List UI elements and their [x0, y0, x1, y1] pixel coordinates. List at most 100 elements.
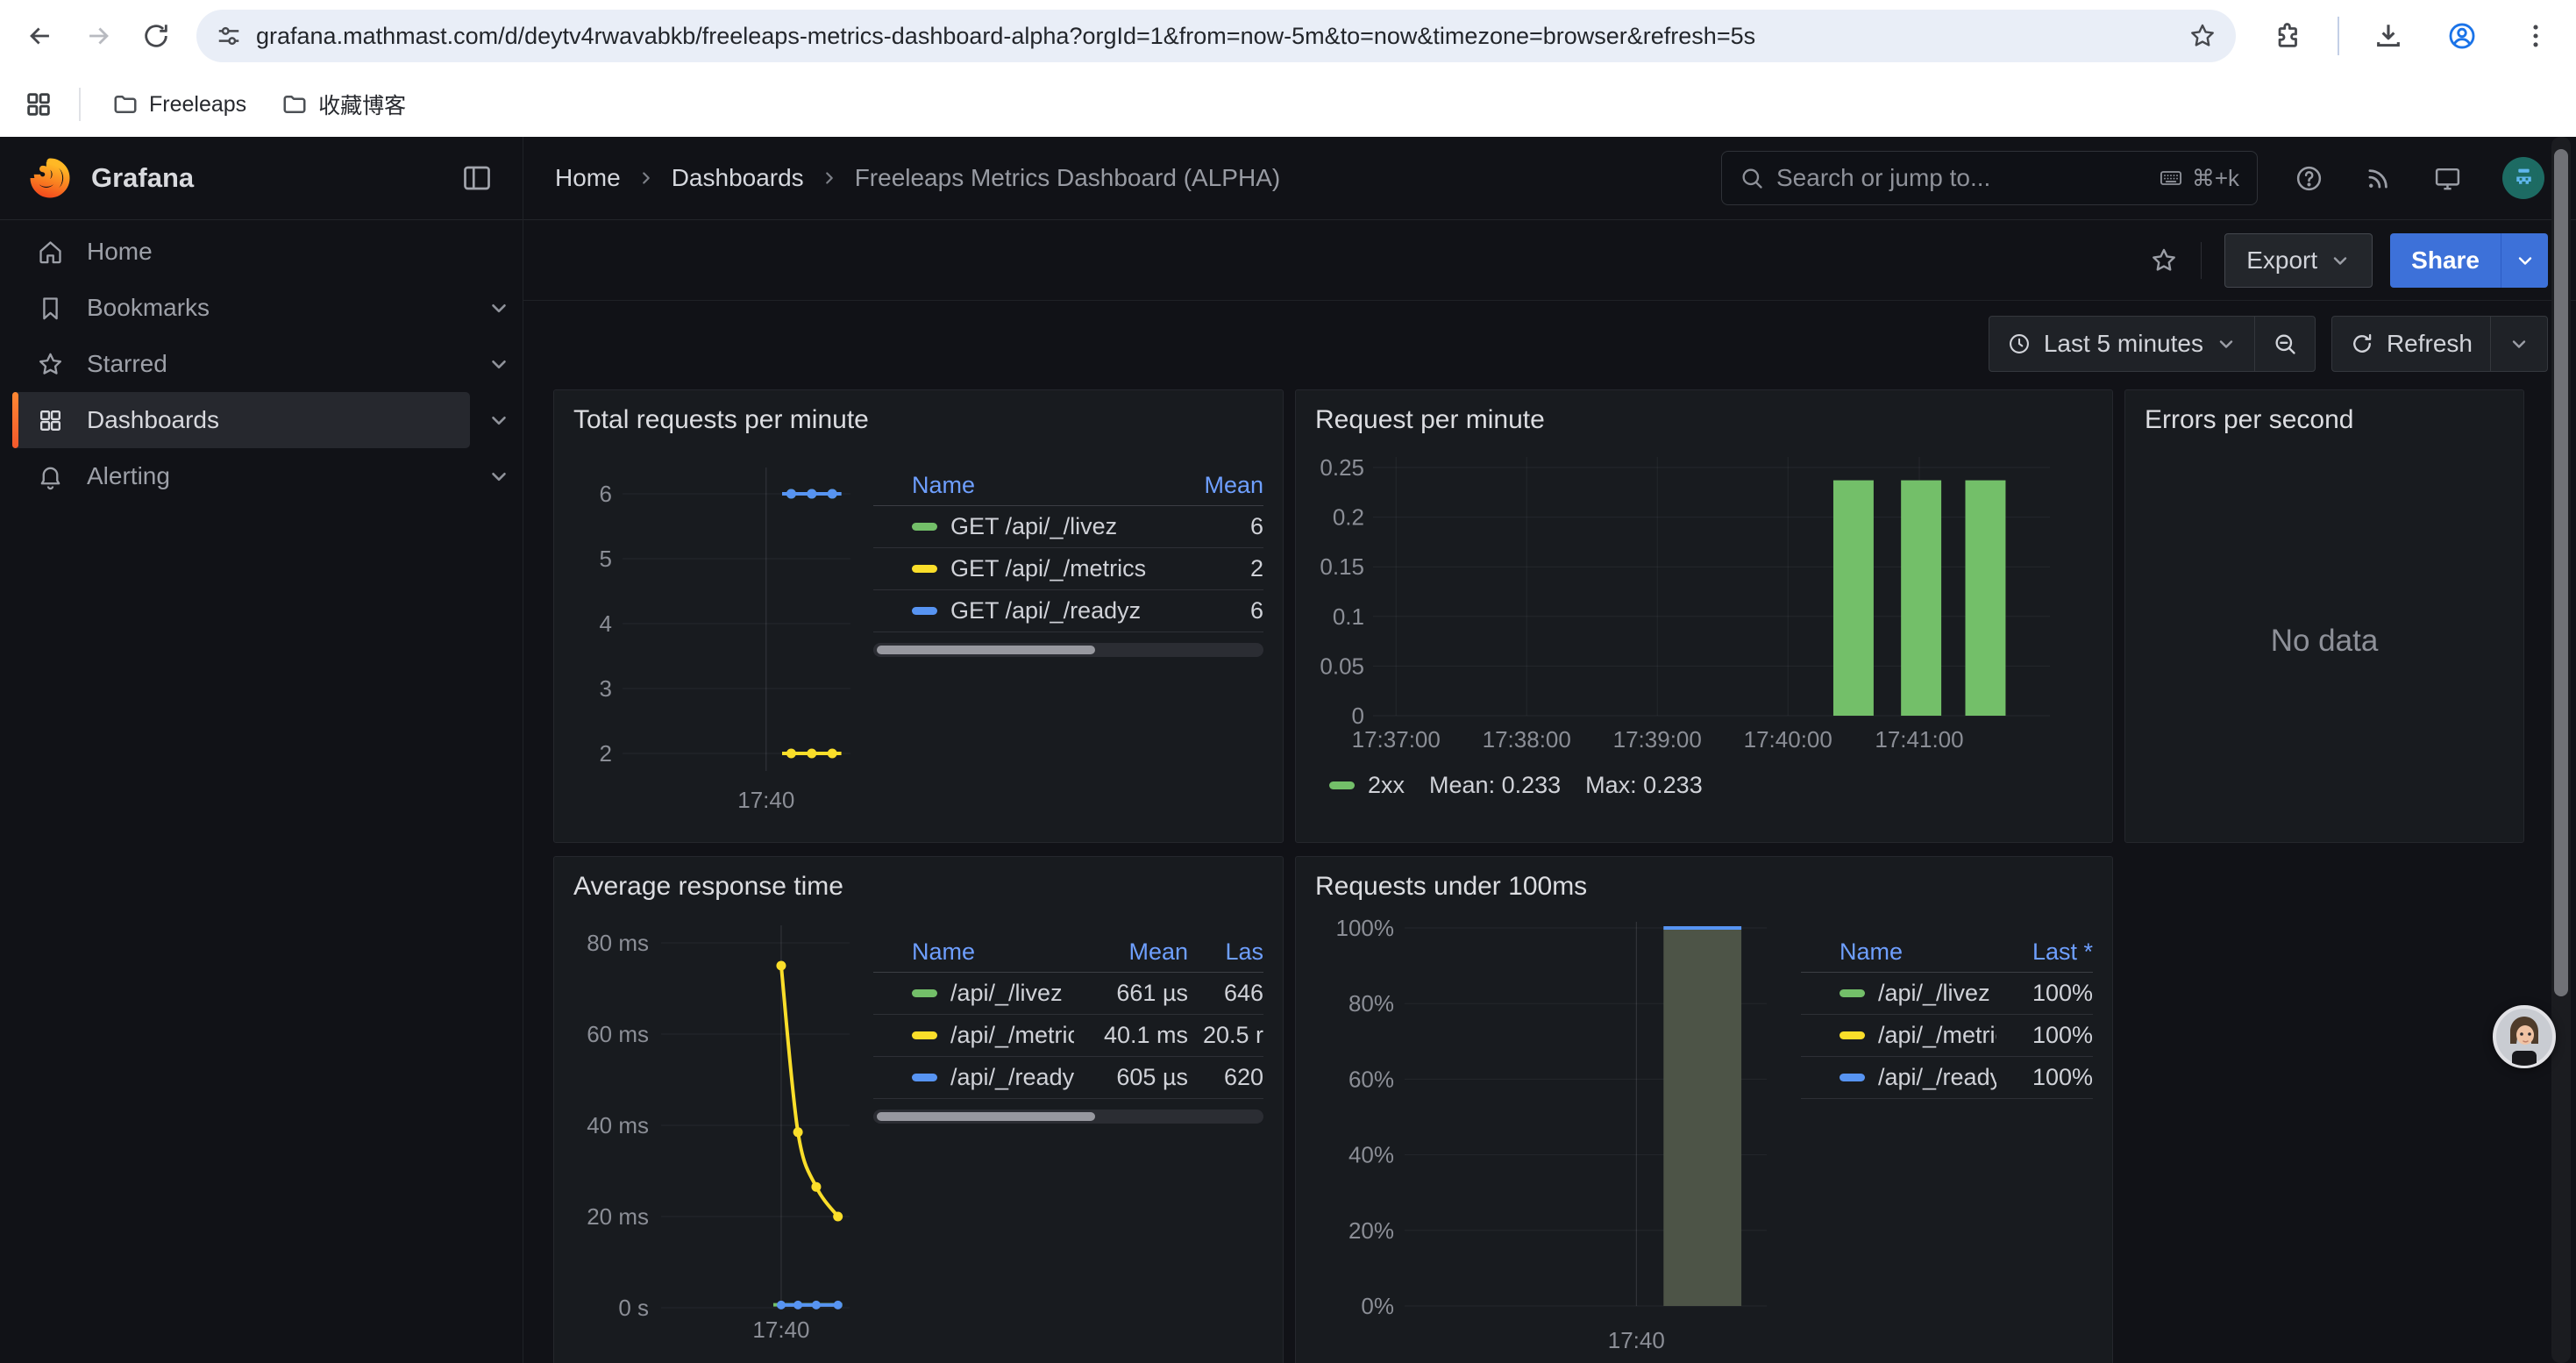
star-icon: [2150, 246, 2178, 275]
floating-assistant-avatar[interactable]: [2493, 1005, 2556, 1068]
news-button[interactable]: [2364, 164, 2393, 193]
chevron-down-icon[interactable]: [487, 353, 510, 375]
dashboards-grid-icon: [37, 407, 64, 434]
legend-series-toggle[interactable]: /api/_/livez: [912, 980, 1074, 1007]
bookmark-star-icon[interactable]: [2188, 22, 2217, 50]
chevron-right-icon: [820, 168, 839, 188]
tv-mode-button[interactable]: [2433, 164, 2462, 193]
legend-row: /api/_/livez 100%: [1801, 973, 2093, 1015]
legend-series-toggle[interactable]: GET /api/_/livez: [912, 513, 1185, 540]
search-input[interactable]: [1776, 164, 2146, 192]
legend-mean-value: 6: [1185, 513, 1263, 540]
downloads-button[interactable]: [2364, 11, 2413, 61]
time-range-picker[interactable]: Last 5 minutes: [1989, 317, 2254, 371]
legend-last-value: 20.5 r: [1188, 1022, 1263, 1049]
reload-icon: [141, 21, 171, 51]
profile-button[interactable]: [2437, 11, 2487, 61]
legend-col-last[interactable]: Last *: [1996, 938, 2093, 966]
legend-series-toggle[interactable]: GET /api/_/metrics: [912, 555, 1185, 582]
bookmark-folder-blogs[interactable]: 收藏博客: [269, 82, 418, 127]
no-data-message: No data: [2271, 624, 2379, 659]
bookmark-folder-freeleaps[interactable]: Freeleaps: [100, 84, 259, 125]
legend-series-toggle[interactable]: /api/_/readyz: [912, 1064, 1074, 1091]
panel-errors-per-second: Errors per second No data: [2124, 389, 2524, 843]
url-text: grafana.mathmast.com/d/deytv4rwavabkb/fr…: [256, 23, 2174, 50]
sidebar-nav: Home Bookmarks Starred Dashboards: [0, 220, 523, 504]
folder-icon: [281, 91, 308, 118]
collapse-sidebar-button[interactable]: [461, 162, 493, 194]
extensions-button[interactable]: [2264, 11, 2313, 61]
sidebar-item-starred[interactable]: Starred: [12, 336, 470, 392]
legend-col-mean[interactable]: Mean: [1074, 938, 1188, 966]
export-button[interactable]: Export: [2224, 233, 2373, 288]
user-avatar[interactable]: [2502, 157, 2544, 199]
legend-series-toggle[interactable]: /api/_/livez: [1839, 980, 1996, 1007]
legend-row: /api/_/readyz 605 µs 620: [873, 1057, 1263, 1099]
back-button[interactable]: [16, 11, 65, 61]
chevron-down-icon[interactable]: [487, 409, 510, 432]
legend-mean-value: 40.1 ms: [1074, 1022, 1188, 1049]
breadcrumb-home[interactable]: Home: [555, 164, 621, 192]
browser-menu-button[interactable]: [2511, 11, 2560, 61]
sidebar-item-bookmarks[interactable]: Bookmarks: [12, 280, 470, 336]
apps-grid-button[interactable]: [18, 83, 60, 125]
svg-text:80%: 80%: [1348, 990, 1394, 1017]
svg-text:80 ms: 80 ms: [587, 930, 649, 956]
sidebar-item-label: Home: [87, 238, 153, 266]
breadcrumb-dashboards[interactable]: Dashboards: [672, 164, 804, 192]
legend-horizontal-scrollbar[interactable]: [873, 1110, 1263, 1124]
legend-series-toggle[interactable]: GET /api/_/readyz: [912, 597, 1185, 624]
app-header: Home Dashboards Freeleaps Metrics Dashbo…: [523, 137, 2576, 220]
chevron-down-icon[interactable]: [487, 465, 510, 488]
series-color-pill: [1839, 989, 1865, 997]
search-box[interactable]: ⌘+k: [1721, 151, 2258, 205]
reload-button[interactable]: [132, 11, 181, 61]
share-button[interactable]: Share: [2390, 233, 2501, 288]
sidebar-item-alerting[interactable]: Alerting: [12, 448, 470, 504]
page-vertical-scrollbar[interactable]: [2551, 137, 2571, 1363]
legend-series-toggle[interactable]: /api/_/readyz: [1839, 1064, 1996, 1091]
star-icon: [37, 351, 64, 378]
legend-header: Name Mean: [873, 466, 1263, 506]
legend-col-name[interactable]: Name: [912, 938, 1074, 966]
sidebar-item-home[interactable]: Home: [12, 224, 470, 280]
refresh-group: Refresh: [2331, 316, 2548, 372]
refresh-button[interactable]: Refresh: [2332, 317, 2490, 371]
sidebar: Grafana Home Bookmarks Starred: [0, 137, 523, 1363]
browser-toolbar-right: [2264, 11, 2560, 61]
favorite-dashboard-button[interactable]: [2150, 246, 2178, 275]
zoom-out-button[interactable]: [2254, 317, 2315, 371]
help-button[interactable]: [2295, 164, 2323, 193]
sidebar-item-label: Dashboards: [87, 406, 219, 434]
legend-col-name[interactable]: Name: [912, 472, 1185, 499]
scrollbar-thumb[interactable]: [877, 646, 1095, 654]
grafana-logo[interactable]: [30, 158, 70, 198]
home-icon: [37, 239, 64, 266]
refresh-interval-button[interactable]: [2490, 317, 2547, 371]
scrollbar-thumb[interactable]: [877, 1112, 1095, 1121]
chevron-down-icon[interactable]: [487, 296, 510, 319]
forward-icon: [83, 21, 113, 51]
bell-icon: [37, 463, 64, 490]
chart-request-per-minute: 0.250.20.150.10.05017:37:0017:38:0017:39…: [1315, 448, 2093, 760]
legend-col-name[interactable]: Name: [1839, 938, 1996, 966]
legend-col-mean[interactable]: Mean: [1185, 472, 1263, 499]
legend-series-toggle[interactable]: /api/_/metrics: [912, 1022, 1074, 1049]
sidebar-item-dashboards[interactable]: Dashboards: [12, 392, 470, 448]
legend-series-toggle[interactable]: 2xx: [1329, 772, 1405, 799]
url-bar[interactable]: grafana.mathmast.com/d/deytv4rwavabkb/fr…: [196, 10, 2236, 62]
svg-text:0.2: 0.2: [1333, 504, 1364, 531]
panel-title: Average response time: [554, 857, 1283, 910]
dashboard-actions-row: Export Share: [523, 220, 2576, 301]
zoom-out-icon: [2273, 332, 2297, 356]
panel-title: Request per minute: [1296, 390, 2112, 443]
chevron-down-icon: [2515, 250, 2536, 271]
svg-text:60 ms: 60 ms: [587, 1021, 649, 1047]
legend-series-toggle[interactable]: /api/_/metrics: [1839, 1022, 1996, 1049]
scrollbar-thumb[interactable]: [2554, 149, 2568, 996]
series-color-pill: [912, 565, 937, 573]
forward-button[interactable]: [74, 11, 123, 61]
legend-col-last[interactable]: Las: [1188, 938, 1263, 966]
legend-horizontal-scrollbar[interactable]: [873, 643, 1263, 657]
share-menu-button[interactable]: [2501, 233, 2548, 288]
